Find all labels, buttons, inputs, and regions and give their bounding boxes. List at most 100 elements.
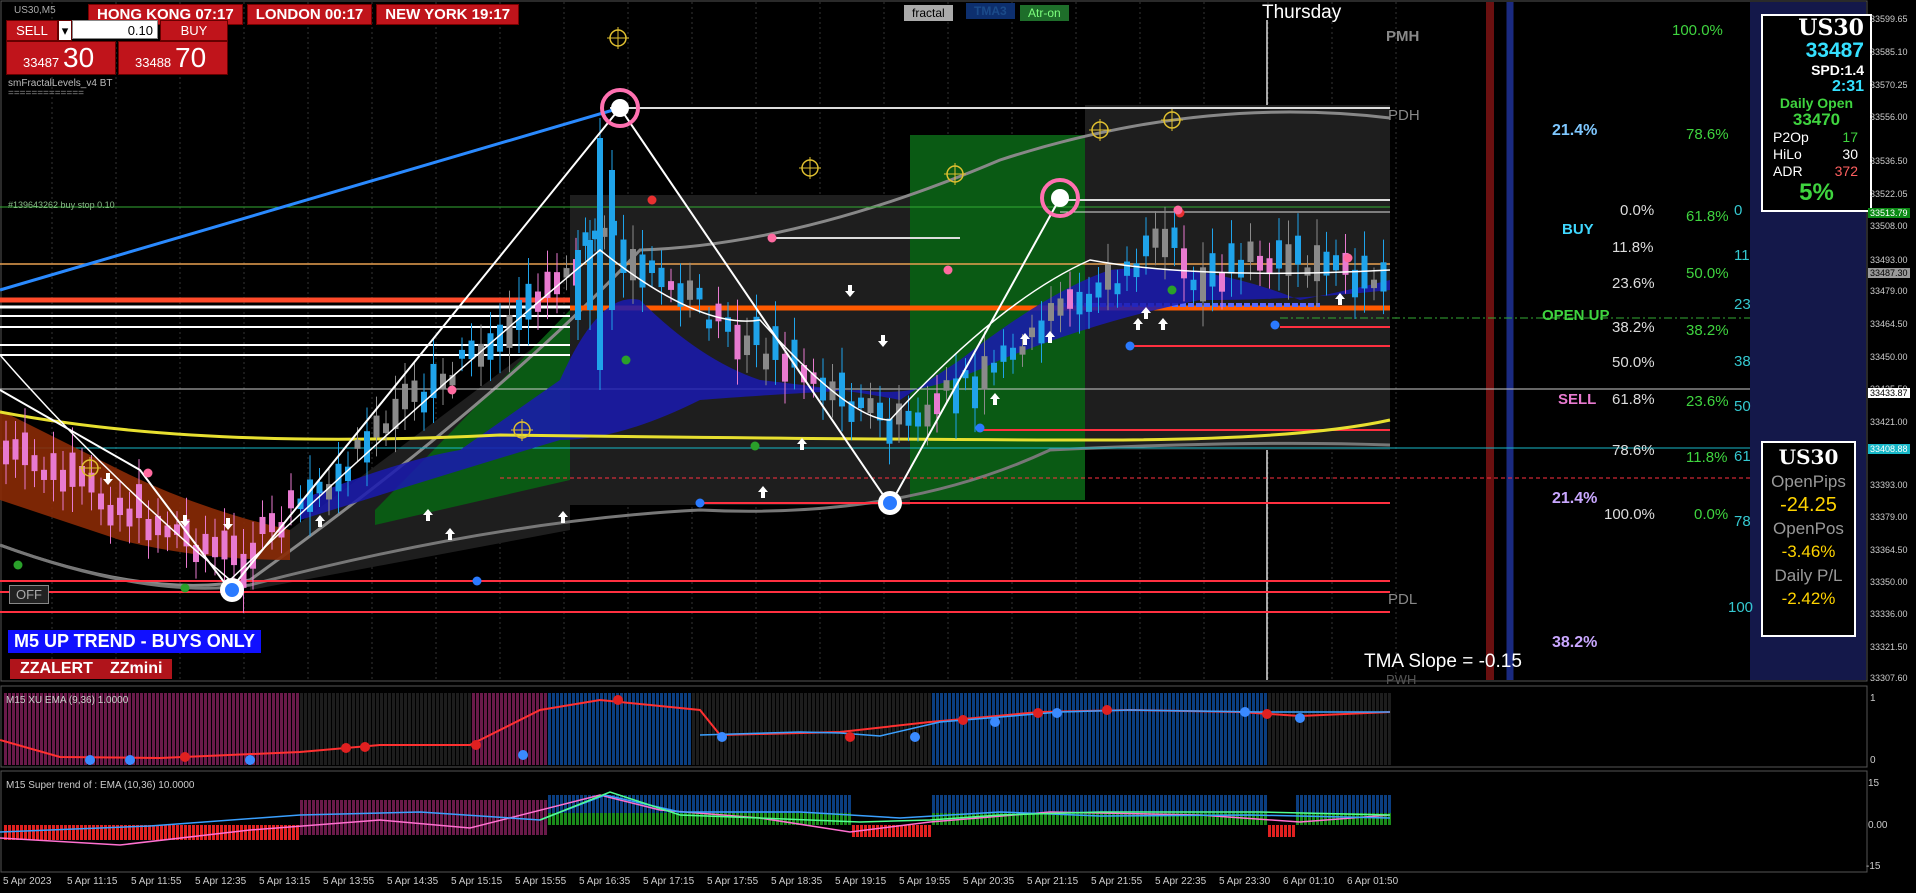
supertrend-bar: [880, 825, 883, 837]
histogram-bar: [720, 693, 723, 765]
candle-body: [649, 260, 655, 274]
histogram-bar: [276, 693, 279, 765]
histogram-bar: [1132, 693, 1135, 765]
fractal-toggle[interactable]: fractal: [904, 5, 953, 21]
histogram-bar: [560, 693, 563, 765]
histogram-bar: [1260, 693, 1263, 765]
bid-big: 30: [63, 42, 95, 73]
histogram-bar: [200, 693, 203, 765]
ask-price-button[interactable]: 33488 70: [118, 41, 228, 75]
supertrend-bar: [80, 825, 83, 840]
zzalert-button[interactable]: ZZALERT: [10, 659, 103, 679]
supertrend-bar: [52, 825, 55, 840]
histogram-bar: [648, 693, 651, 765]
supertrend-bar: [484, 800, 487, 835]
supertrend-bar: [448, 800, 451, 835]
supertrend-bar-green: [620, 813, 623, 825]
histogram-bar: [956, 693, 959, 765]
atr-toggle[interactable]: Atr-on: [1020, 5, 1069, 21]
supertrend-bar: [928, 825, 931, 837]
histogram-bar: [1388, 693, 1391, 765]
histogram-bar: [544, 693, 547, 765]
candle-body: [98, 493, 104, 510]
histogram-bar: [804, 693, 807, 765]
sell-button[interactable]: SELL: [6, 20, 58, 41]
histogram-bar: [564, 693, 567, 765]
supertrend-bar-green: [1308, 813, 1311, 825]
order-line-label[interactable]: #139643262 buy stop 0.10: [8, 200, 115, 210]
histogram-bar: [220, 693, 223, 765]
histogram-bar: [1320, 693, 1323, 765]
clock-city: NEW YORK: [385, 6, 468, 23]
supertrend-bar-green: [808, 813, 811, 825]
supertrend-bar-green: [584, 813, 587, 825]
histogram-bar: [700, 693, 703, 765]
histogram-bar: [960, 693, 963, 765]
histogram-bar: [772, 693, 775, 765]
chart-window[interactable]: HONG KONG 07:17 LONDON 00:17 NEW YORK 19…: [0, 0, 1916, 893]
supertrend-bar-green: [636, 813, 639, 825]
supertrend-bar-green: [672, 813, 675, 825]
histogram-bar: [944, 693, 947, 765]
fib-right-level: 38.2%: [1686, 322, 1729, 339]
supertrend-bar: [68, 825, 71, 840]
histogram-bar: [1164, 693, 1167, 765]
supertrend-bar: [424, 800, 427, 835]
time-axis-label: 5 Apr 11:55: [131, 876, 182, 887]
fib-214-top: 21.4%: [1552, 122, 1598, 139]
candle-body: [288, 490, 294, 509]
daily-pl-value: -2.42%: [1781, 589, 1836, 608]
daily-pl-label: Daily P/L: [1774, 566, 1843, 585]
buy-button[interactable]: BUY: [160, 20, 228, 41]
price-axis-label: 33585.10: [1870, 46, 1908, 57]
histogram-bar: [148, 693, 151, 765]
histogram-bar: [732, 693, 735, 765]
supertrend-bar-green: [824, 813, 827, 825]
candle-body: [1247, 241, 1254, 263]
supertrend-bar-green: [1032, 813, 1035, 825]
zzmini-button[interactable]: ZZmini: [100, 659, 173, 679]
supertrend-bar-green: [1048, 813, 1051, 825]
xu-ema-dot: [1262, 709, 1272, 719]
histogram-bar: [884, 693, 887, 765]
supertrend-bar-green: [1128, 813, 1131, 825]
supertrend-bar-green: [1112, 813, 1115, 825]
supertrend-bar: [244, 825, 247, 840]
signal-dot: [472, 576, 482, 586]
histogram-bar: [800, 693, 803, 765]
candle-body: [763, 353, 769, 370]
tma3-toggle[interactable]: TMA3: [966, 3, 1015, 19]
supertrend-bar: [60, 825, 63, 840]
lot-down-icon[interactable]: ▾: [58, 20, 72, 41]
histogram-bar: [216, 693, 219, 765]
histogram-bar: [756, 693, 759, 765]
histogram-bar: [140, 693, 143, 765]
histogram-bar: [160, 693, 163, 765]
supertrend-bar: [372, 800, 375, 835]
histogram-bar: [1032, 693, 1035, 765]
candle-body: [22, 432, 28, 466]
clock-city: LONDON: [255, 6, 321, 23]
supertrend-bar: [432, 800, 435, 835]
histogram-bar: [1292, 693, 1295, 765]
time-axis-label: 5 Apr 17:15: [643, 876, 695, 887]
histogram-bar: [1284, 693, 1287, 765]
supertrend-bar: [368, 800, 371, 835]
signal-dot: [975, 423, 985, 433]
histogram-bar: [948, 693, 951, 765]
bid-price-button[interactable]: 33487 30: [6, 41, 116, 75]
info-price: 33487: [1805, 39, 1864, 62]
xu-ema-dot: [180, 752, 190, 762]
candle-body: [50, 453, 57, 480]
supertrend-bar-green: [572, 813, 575, 825]
off-button[interactable]: OFF: [9, 585, 49, 604]
candle-body: [734, 324, 741, 360]
histogram-bar: [840, 693, 843, 765]
sell-signal-label: SELL: [1558, 391, 1597, 408]
lot-size-input[interactable]: 0.10: [72, 20, 158, 39]
swing-low-core: [883, 496, 897, 510]
candle-body: [924, 404, 931, 427]
price-axis-label: 33450.00: [1870, 351, 1908, 362]
histogram-bar: [348, 693, 351, 765]
candle-body: [269, 513, 275, 533]
